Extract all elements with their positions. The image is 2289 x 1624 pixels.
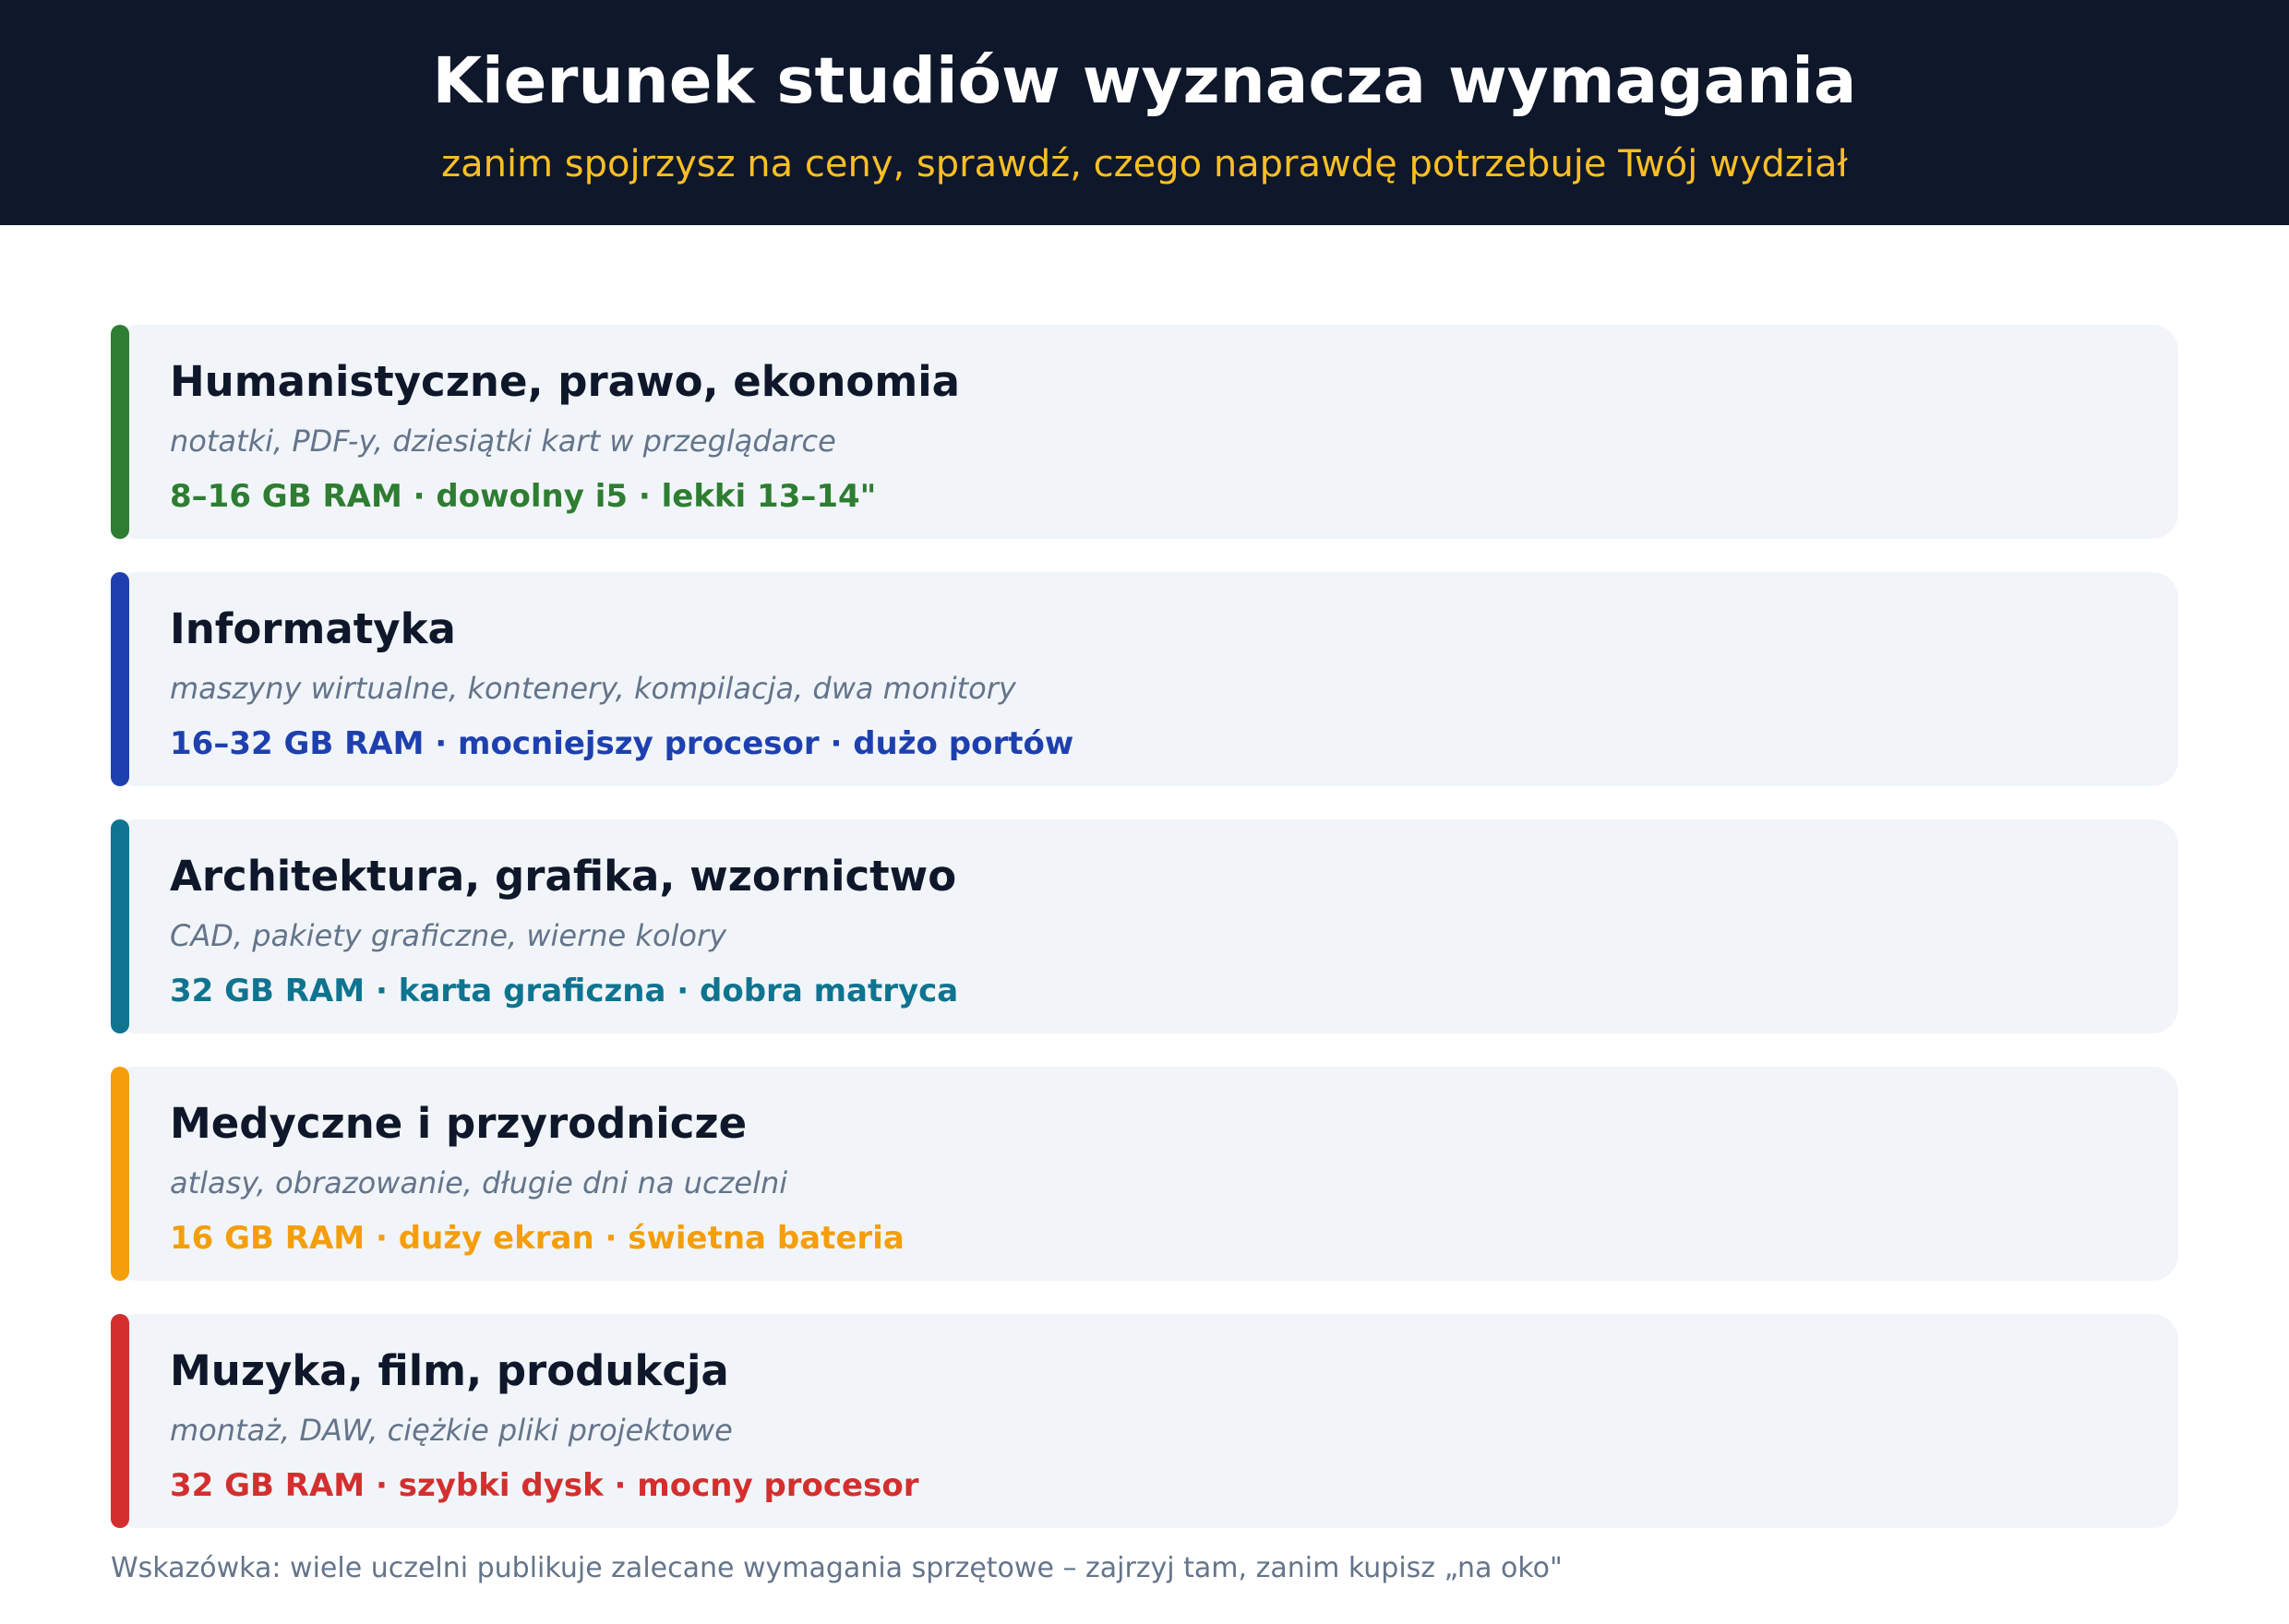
card-title: Architektura, grafika, wzornictwo: [170, 852, 957, 901]
card-specs: 16–32 GB RAM · mocniejszy procesor · duż…: [170, 725, 1074, 762]
card-title: Informatyka: [170, 604, 456, 653]
card-specs: 32 GB RAM · karta graficzna · dobra matr…: [170, 973, 959, 1009]
card-accent-bar: [111, 572, 129, 786]
page-subtitle: zanim spojrzysz na ceny, sprawdź, czego …: [441, 143, 1848, 185]
card-specs: 8–16 GB RAM · dowolny i5 · lekki 13–14": [170, 478, 877, 515]
faculty-card-computer-science: Informatyka maszyny wirtualne, kontenery…: [111, 572, 2178, 786]
card-accent-bar: [111, 1314, 129, 1528]
card-description: CAD, pakiety graficzne, wierne kolory: [170, 918, 727, 953]
card-specs: 16 GB RAM · duży ekran · świetna bateria: [170, 1220, 905, 1257]
card-accent-bar: [111, 819, 129, 1033]
card-title: Humanistyczne, prawo, ekonomia: [170, 357, 961, 406]
faculty-card-music-film: Muzyka, film, produkcja montaż, DAW, cię…: [111, 1314, 2178, 1528]
card-title: Medyczne i przyrodnicze: [170, 1099, 748, 1148]
card-description: atlasy, obrazowanie, długie dni na uczel…: [170, 1165, 788, 1200]
faculty-card-humanities: Humanistyczne, prawo, ekonomia notatki, …: [111, 325, 2178, 539]
card-description: maszyny wirtualne, kontenery, kompilacja…: [170, 671, 1016, 706]
card-specs: 32 GB RAM · szybki dysk · mocny procesor: [170, 1467, 919, 1504]
footer-tip: Wskazówka: wiele uczelni publikuje zalec…: [111, 1552, 1563, 1584]
card-title: Muzyka, film, produkcja: [170, 1346, 729, 1395]
faculty-card-medical: Medyczne i przyrodnicze atlasy, obrazowa…: [111, 1067, 2178, 1281]
card-accent-bar: [111, 325, 129, 539]
faculty-card-architecture: Architektura, grafika, wzornictwo CAD, p…: [111, 819, 2178, 1033]
card-accent-bar: [111, 1067, 129, 1281]
card-description: notatki, PDF-y, dziesiątki kart w przegl…: [170, 424, 836, 459]
faculty-card-list: Humanistyczne, prawo, ekonomia notatki, …: [111, 325, 2178, 1561]
card-description: montaż, DAW, ciężkie pliki projektowe: [170, 1413, 733, 1448]
header-banner: Kierunek studiów wyznacza wymagania zani…: [0, 0, 2289, 225]
page-title: Kierunek studiów wyznacza wymagania: [432, 44, 1857, 118]
